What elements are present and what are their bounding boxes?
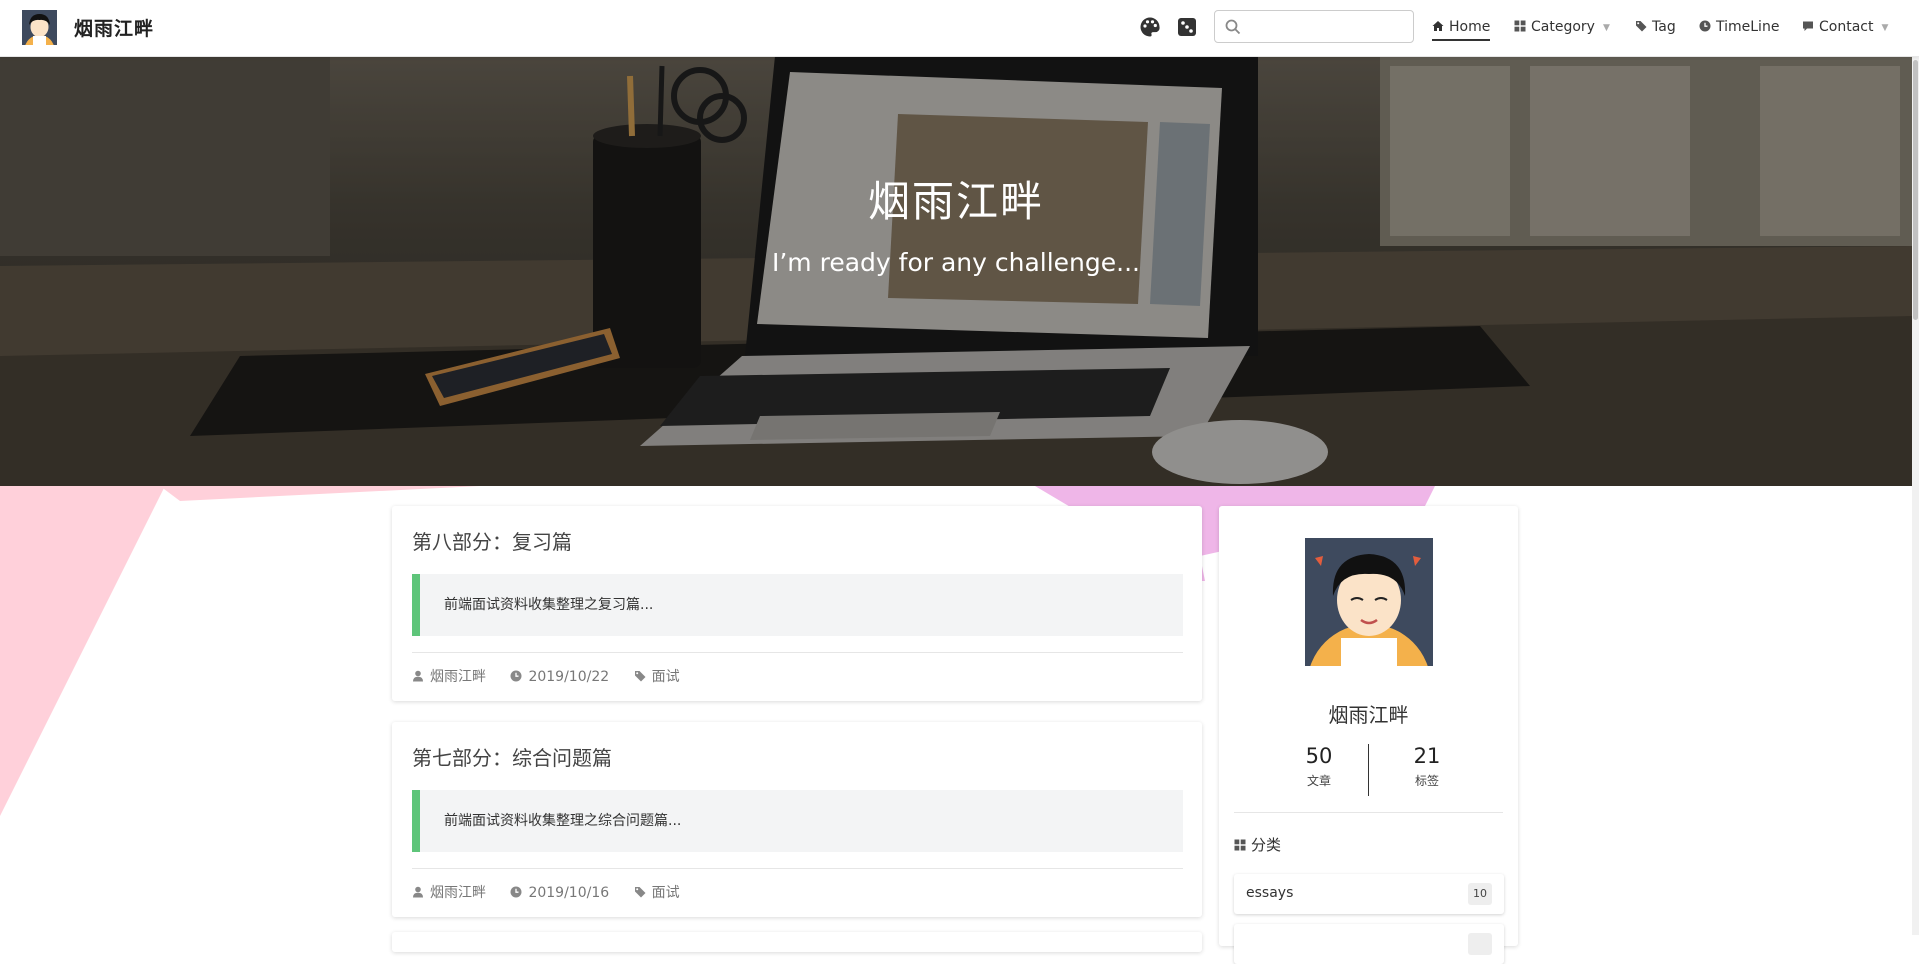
post-meta: 烟雨江畔 2019/10/16 面试 xyxy=(412,882,700,902)
divider xyxy=(412,868,1183,869)
hero-subtitle: I’m ready for any challenge... xyxy=(771,248,1140,277)
post-card xyxy=(392,932,1202,952)
stat-posts-label: 文章 xyxy=(1306,774,1331,788)
nav-timeline[interactable]: TimeLine xyxy=(1699,17,1779,39)
chevron-down-icon: ▼ xyxy=(1881,23,1889,33)
category-item-essays[interactable]: essays 10 xyxy=(1234,874,1504,914)
stat-tags[interactable]: 21 标签 xyxy=(1377,744,1477,789)
post-date: 2019/10/16 xyxy=(528,885,610,901)
post-tag[interactable]: 面试 xyxy=(652,669,680,685)
category-item[interactable] xyxy=(1234,924,1504,964)
profile-card: 烟雨江畔 50 文章 21 标签 分类 essays 10 xyxy=(1219,506,1518,964)
post-excerpt-text: 前端面试资料收集整理之综合问题篇... xyxy=(444,813,682,829)
palette-icon[interactable] xyxy=(1139,16,1161,38)
hero-title: 烟雨江畔 xyxy=(867,177,1044,226)
nav-contact-label: Contact xyxy=(1819,19,1874,35)
page-scrollbar[interactable] xyxy=(1912,0,1919,935)
profile-name: 烟雨江畔 xyxy=(1328,703,1409,727)
user-icon xyxy=(413,670,423,682)
scrollbar-thumb[interactable] xyxy=(1913,60,1918,320)
stat-tags-label: 标签 xyxy=(1414,774,1439,788)
post-card: 第七部分：综合问题篇 前端面试资料收集整理之综合问题篇... 烟雨江畔 2019… xyxy=(392,722,1202,917)
divider xyxy=(1234,812,1503,813)
site-title[interactable]: 烟雨江畔 xyxy=(74,14,154,41)
post-card: 第八部分：复习篇 前端面试资料收集整理之复习篇... 烟雨江畔 2019/10/… xyxy=(392,506,1202,701)
dice-icon[interactable] xyxy=(1176,16,1198,38)
home-icon xyxy=(1432,21,1444,31)
tag-icon xyxy=(634,671,646,682)
search-box xyxy=(1214,10,1414,43)
hero-banner: 烟雨江畔 I’m ready for any challenge... xyxy=(0,56,1912,486)
clock-icon xyxy=(510,886,522,898)
category-count-badge xyxy=(1468,933,1492,955)
stat-tags-value: 21 xyxy=(1413,744,1441,768)
user-icon xyxy=(413,886,423,898)
post-meta: 烟雨江畔 2019/10/22 面试 xyxy=(412,666,700,686)
grid-icon xyxy=(1234,839,1246,851)
category-count-badge: 10 xyxy=(1468,883,1492,905)
nav-category-label: Category xyxy=(1531,19,1595,35)
stat-posts[interactable]: 50 文章 xyxy=(1269,744,1369,789)
top-navbar: 烟雨江畔 Home Category ▼ Tag TimeLine Contact… xyxy=(0,0,1919,57)
categories-heading-label: 分类 xyxy=(1251,836,1282,854)
divider xyxy=(412,652,1183,653)
clock-icon xyxy=(1699,20,1711,32)
nav-home[interactable]: Home xyxy=(1432,17,1491,41)
categories-heading: 分类 xyxy=(1234,834,1281,855)
nav-tag-label: Tag xyxy=(1652,19,1676,35)
nav-home-label: Home xyxy=(1449,19,1491,35)
clock-icon xyxy=(510,670,522,682)
nav-timeline-label: TimeLine xyxy=(1716,19,1780,35)
profile-avatar xyxy=(1305,538,1433,666)
tag-icon xyxy=(634,887,646,898)
stat-posts-value: 50 xyxy=(1305,744,1333,768)
post-excerpt-text: 前端面试资料收集整理之复习篇... xyxy=(444,597,654,613)
search-input[interactable] xyxy=(1249,15,1408,40)
post-date: 2019/10/22 xyxy=(528,669,610,685)
stat-divider xyxy=(1368,744,1369,796)
post-excerpt: 前端面试资料收集整理之综合问题篇... xyxy=(412,790,1183,852)
site-logo-avatar[interactable] xyxy=(22,10,57,45)
post-author[interactable]: 烟雨江畔 xyxy=(430,885,486,901)
nav-tag[interactable]: Tag xyxy=(1635,17,1676,39)
nav-contact[interactable]: Contact ▼ xyxy=(1802,17,1888,39)
tag-icon xyxy=(1636,21,1647,32)
chevron-down-icon: ▼ xyxy=(1602,23,1610,33)
post-tag[interactable]: 面试 xyxy=(652,885,680,901)
post-title[interactable]: 第八部分：复习篇 xyxy=(412,526,572,555)
post-author[interactable]: 烟雨江畔 xyxy=(430,669,486,685)
nav-category[interactable]: Category ▼ xyxy=(1514,17,1610,39)
comment-icon xyxy=(1803,21,1813,31)
post-title[interactable]: 第七部分：综合问题篇 xyxy=(412,742,612,771)
post-excerpt: 前端面试资料收集整理之复习篇... xyxy=(412,574,1183,636)
grid-icon xyxy=(1514,20,1526,32)
category-name: essays xyxy=(1246,885,1294,901)
search-icon[interactable] xyxy=(1225,19,1241,35)
